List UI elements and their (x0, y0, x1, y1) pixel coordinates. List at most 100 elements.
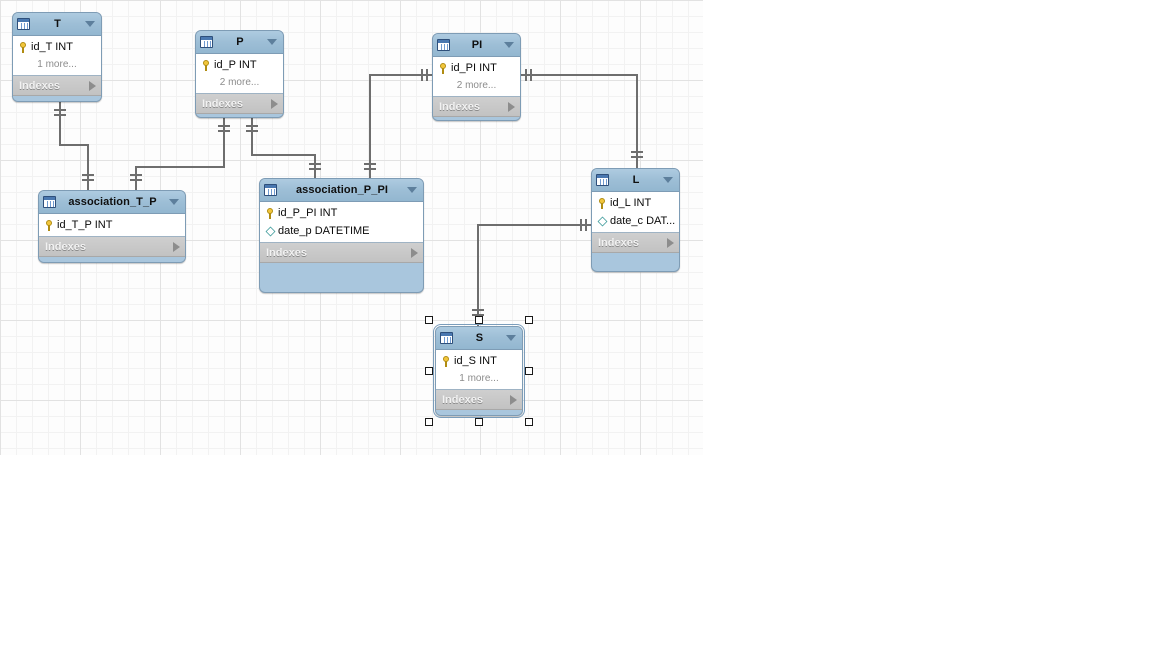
table-columns-P: id_P INT 2 more... (196, 54, 283, 94)
table-S[interactable]: Sid_S INT 1 more... Indexes (433, 324, 525, 418)
indexes-row-S[interactable]: Indexes (436, 390, 522, 410)
column-name: id_S INT (454, 355, 497, 367)
indexes-label: Indexes (439, 100, 480, 113)
column-row[interactable]: id_T INT (13, 38, 101, 56)
table-columns-L: id_L INT date_c DAT... (592, 192, 679, 233)
tick-l-left (580, 219, 587, 231)
tick-t-bottom (54, 109, 66, 116)
column-name: date_c DAT... (610, 215, 676, 227)
resize-handle-e[interactable] (525, 367, 533, 375)
column-icon (265, 226, 276, 236)
table-PI[interactable]: PI id_PI INT 2 more... Indexes (432, 33, 521, 121)
resize-handle-se[interactable] (525, 418, 533, 426)
indexes-label: Indexes (266, 246, 307, 259)
table-name-association_P_PI: association_P_PI (295, 184, 389, 196)
table-L[interactable]: Lid_L INT date_c DAT... Indexes (591, 168, 680, 272)
column-row[interactable]: id_P_PI INT (260, 204, 423, 222)
link-t-assoc-tp (59, 102, 89, 190)
table-columns-PI: id_PI INT 2 more... (433, 57, 520, 97)
table-columns-association_T_P: id_T_P INT (39, 214, 185, 237)
table-name-association_T_P: association_T_P (68, 196, 157, 208)
indexes-row-association_T_P[interactable]: Indexes (39, 237, 185, 257)
column-row[interactable]: id_L INT (592, 194, 679, 212)
resize-handle-w[interactable] (425, 367, 433, 375)
link-pi-l (521, 74, 638, 168)
resize-handle-sw[interactable] (425, 418, 433, 426)
tick-assoc-ppi-top-left (364, 163, 376, 170)
table-header-association_T_P[interactable]: association_T_P (39, 191, 185, 214)
chevron-down-icon[interactable] (85, 21, 95, 27)
column-row[interactable]: id_PI INT (433, 59, 520, 77)
chevron-right-icon[interactable] (271, 98, 278, 109)
tick-s-top (472, 309, 484, 316)
chevron-right-icon[interactable] (173, 241, 180, 252)
more-columns-label[interactable]: 2 more... (196, 74, 283, 91)
table-T[interactable]: Tid_T INT 1 more... Indexes (12, 12, 102, 102)
table-header-L[interactable]: L (592, 169, 679, 192)
table-footer-L (592, 253, 679, 265)
resize-handle-ne[interactable] (525, 316, 533, 324)
tick-pi-right (525, 69, 532, 81)
table-icon (43, 196, 56, 208)
chevron-right-icon[interactable] (510, 394, 517, 405)
table-association_P_PI[interactable]: association_P_PI id_P_PI INT date_p DATETI… (259, 178, 424, 293)
key-icon (19, 41, 28, 53)
table-columns-association_P_PI: id_P_PI INT date_p DATETIME (260, 202, 423, 243)
indexes-row-association_P_PI[interactable]: Indexes (260, 243, 423, 263)
chevron-right-icon[interactable] (667, 237, 674, 248)
resize-handle-s[interactable] (475, 418, 483, 426)
table-header-PI[interactable]: PI (433, 34, 520, 57)
link-p-assoc-tp (135, 118, 225, 190)
diagram-canvas[interactable]: Tid_T INT 1 more... Indexes Pid_P INT 2 more… (0, 0, 703, 455)
chevron-down-icon[interactable] (663, 177, 673, 183)
chevron-right-icon[interactable] (411, 247, 418, 258)
table-header-T[interactable]: T (13, 13, 101, 36)
chevron-down-icon[interactable] (506, 335, 516, 341)
indexes-label: Indexes (442, 393, 483, 406)
indexes-label: Indexes (45, 240, 86, 253)
column-row[interactable]: id_P INT (196, 56, 283, 74)
chevron-down-icon[interactable] (504, 42, 514, 48)
more-columns-label[interactable]: 1 more... (436, 370, 522, 387)
table-name-S: S (475, 332, 484, 344)
resize-handle-n[interactable] (475, 316, 483, 324)
column-name: id_T_P INT (57, 219, 113, 231)
chevron-right-icon[interactable] (89, 80, 96, 91)
column-row[interactable]: date_p DATETIME (260, 222, 423, 240)
table-header-association_P_PI[interactable]: association_P_PI (260, 179, 423, 202)
table-header-S[interactable]: S (436, 327, 522, 350)
chevron-right-icon[interactable] (508, 101, 515, 112)
table-footer-PI (433, 117, 520, 120)
table-icon (17, 18, 30, 30)
table-icon (264, 184, 277, 196)
chevron-down-icon[interactable] (267, 39, 277, 45)
column-row[interactable]: id_S INT (436, 352, 522, 370)
indexes-row-P[interactable]: Indexes (196, 94, 283, 114)
column-row[interactable]: id_T_P INT (39, 216, 185, 234)
indexes-row-PI[interactable]: Indexes (433, 97, 520, 117)
table-icon (440, 332, 453, 344)
column-name: id_P INT (214, 59, 257, 71)
chevron-down-icon[interactable] (407, 187, 417, 193)
resize-handle-nw[interactable] (425, 316, 433, 324)
table-name-PI: PI (471, 39, 483, 51)
table-association_T_P[interactable]: association_T_P id_T_P INT Indexes (38, 190, 186, 263)
indexes-row-T[interactable]: Indexes (13, 76, 101, 96)
tick-l-top (631, 151, 643, 158)
table-columns-T: id_T INT 1 more... (13, 36, 101, 76)
column-name: id_P_PI INT (278, 207, 338, 219)
tick-assoc-ppi-top-right (309, 163, 321, 170)
more-columns-label[interactable]: 2 more... (433, 77, 520, 94)
key-icon (598, 197, 607, 209)
indexes-label: Indexes (598, 236, 639, 249)
indexes-row-L[interactable]: Indexes (592, 233, 679, 253)
column-name: id_T INT (31, 41, 73, 53)
more-columns-label[interactable]: 1 more... (13, 56, 101, 73)
table-P[interactable]: Pid_P INT 2 more... Indexes (195, 30, 284, 118)
tick-p-bottom-right (246, 125, 258, 132)
table-header-P[interactable]: P (196, 31, 283, 54)
column-row[interactable]: date_c DAT... (592, 212, 679, 230)
table-name-L: L (632, 174, 640, 186)
indexes-label: Indexes (202, 97, 243, 110)
chevron-down-icon[interactable] (169, 199, 179, 205)
